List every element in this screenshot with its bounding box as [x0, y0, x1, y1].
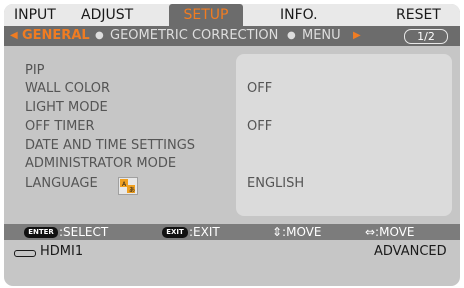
tab-setup[interactable]: SETUP — [169, 4, 243, 26]
separator-dot-icon: ● — [95, 30, 104, 41]
page-indicator: 1/2 — [404, 29, 448, 44]
language-value: ENGLISH — [247, 176, 305, 191]
separator-dot-icon: ● — [287, 30, 296, 41]
right-arrow-icon[interactable]: ▶ — [353, 26, 361, 46]
menu-mode: ADVANCED — [374, 244, 447, 259]
menu-item-administrator-mode[interactable]: ADMINISTRATOR MODE — [25, 155, 176, 173]
menu-item-pip[interactable]: PIP — [25, 62, 45, 80]
help-exit: :EXIT — [189, 225, 220, 239]
projector-osd-menu: INPUT ADJUST SETUP INFO. RESET ◀ GENERAL… — [4, 4, 460, 286]
svg-text:あ: あ — [129, 187, 135, 194]
enter-key-icon: ENTER — [24, 227, 58, 238]
help-move-leftright: ⇔:MOVE — [365, 225, 415, 239]
subtab-geometric-correction[interactable]: GEOMETRIC CORRECTION — [110, 26, 278, 46]
help-move-updown: ⇕:MOVE — [272, 225, 322, 239]
sub-tab-bar: ◀ GENERAL ● GEOMETRIC CORRECTION ● MENU … — [4, 26, 460, 46]
menu-item-light-mode[interactable]: LIGHT MODE — [25, 99, 108, 117]
language-icon: A あ — [118, 177, 138, 195]
off-timer-value: OFF — [247, 119, 273, 134]
status-bar: HDMI1 ADVANCED — [4, 240, 460, 264]
top-tab-bar: INPUT ADJUST SETUP INFO. RESET — [4, 4, 460, 26]
menu-item-wall-color[interactable]: WALL COLOR — [25, 80, 110, 98]
tab-reset[interactable]: RESET — [396, 4, 441, 26]
exit-key-icon: EXIT — [162, 227, 188, 238]
tab-input[interactable]: INPUT — [14, 4, 56, 26]
help-bar: ENTER :SELECT EXIT :EXIT ⇕:MOVE ⇔:MOVE — [4, 224, 460, 240]
subtab-menu[interactable]: MENU — [302, 26, 341, 46]
tab-info[interactable]: INFO. — [280, 4, 318, 26]
wall-color-value: OFF — [247, 81, 273, 96]
menu-item-language[interactable]: LANGUAGE — [25, 175, 98, 193]
tab-adjust[interactable]: ADJUST — [81, 4, 133, 26]
left-arrow-icon[interactable]: ◀ — [10, 26, 18, 46]
input-source: HDMI1 — [40, 244, 84, 259]
menu-item-off-timer[interactable]: OFF TIMER — [25, 118, 95, 136]
subtab-general[interactable]: GENERAL — [22, 26, 90, 46]
menu-item-date-time-settings[interactable]: DATE AND TIME SETTINGS — [25, 137, 195, 155]
hdmi-input-icon — [14, 250, 36, 257]
help-select: :SELECT — [59, 225, 109, 239]
